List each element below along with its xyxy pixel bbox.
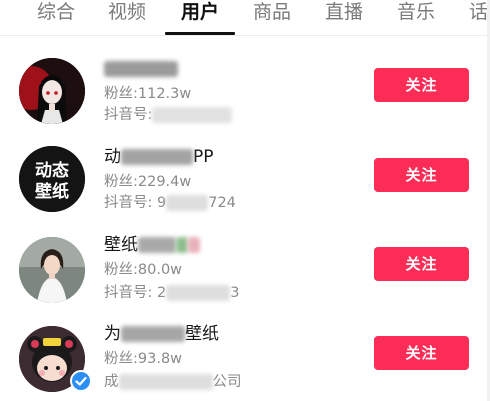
search-tabs: 综合 视频 用户 商品 直播 音乐 话 (0, 0, 490, 36)
follow-button[interactable]: 关注 (374, 68, 469, 102)
redacted-name (121, 149, 193, 165)
tab-live[interactable]: 直播 (325, 0, 363, 34)
redacted-name (104, 61, 178, 77)
redacted-id (166, 285, 231, 301)
active-tab-indicator (165, 32, 235, 35)
avatar-text-line-1: 动态 (35, 160, 69, 181)
text-logo-icon: 动态 壁纸 (19, 146, 85, 212)
verification-info: 成公司 (104, 374, 242, 390)
redacted-id (166, 195, 209, 211)
user-name[interactable]: 为壁纸 (104, 323, 219, 345)
tab-videos[interactable]: 视频 (108, 0, 146, 34)
user-list-item[interactable]: 壁纸 粉丝:80.0w 抖音号: 23 关注 (0, 226, 490, 314)
redacted-name (138, 237, 176, 253)
user-list-item[interactable]: 动态 壁纸 动 PP 粉丝:229.4w 抖音号: 9 724 关注 (0, 138, 490, 226)
douyin-id: 抖音号: (104, 105, 233, 125)
follow-button[interactable]: 关注 (374, 336, 469, 370)
fans-count: 粉丝:80.0w (104, 262, 183, 278)
douyin-id: 抖音号: 23 (104, 285, 240, 301)
tab-products[interactable]: 商品 (253, 0, 291, 34)
tab-music[interactable]: 音乐 (397, 0, 435, 34)
photo-woman-icon (19, 237, 85, 303)
douyin-id: 抖音号: 9 724 (104, 195, 236, 211)
redacted-name (121, 326, 185, 342)
tab-users[interactable]: 用户 (181, 0, 219, 34)
fans-count: 粉丝:229.4w (104, 174, 192, 190)
user-name[interactable]: 壁纸 (104, 234, 200, 256)
tab-topics[interactable]: 话 (469, 0, 488, 34)
user-list-item[interactable]: 粉丝:112.3w 抖音号: 关注 (0, 50, 490, 138)
tab-comprehensive[interactable]: 综合 (37, 0, 75, 34)
redacted-id (152, 107, 233, 123)
user-name[interactable]: 动 PP (104, 146, 214, 168)
user-name[interactable] (104, 58, 178, 80)
anime-girl-avatar[interactable] (19, 58, 85, 124)
verified-check-icon (70, 370, 92, 392)
text-logo-avatar[interactable]: 动态 壁纸 (19, 146, 85, 212)
redacted-company (118, 374, 213, 390)
user-list-item[interactable]: 为壁纸 粉丝:93.8w 成公司 关注 (0, 314, 490, 401)
avatar-text-line-2: 壁纸 (35, 181, 69, 202)
follow-button[interactable]: 关注 (374, 247, 469, 281)
follow-button[interactable]: 关注 (374, 158, 469, 192)
anime-girl-icon (19, 58, 85, 124)
fans-count: 粉丝:93.8w (104, 351, 183, 367)
photo-woman-avatar[interactable] (19, 237, 85, 303)
fans-count: 粉丝:112.3w (104, 86, 192, 102)
